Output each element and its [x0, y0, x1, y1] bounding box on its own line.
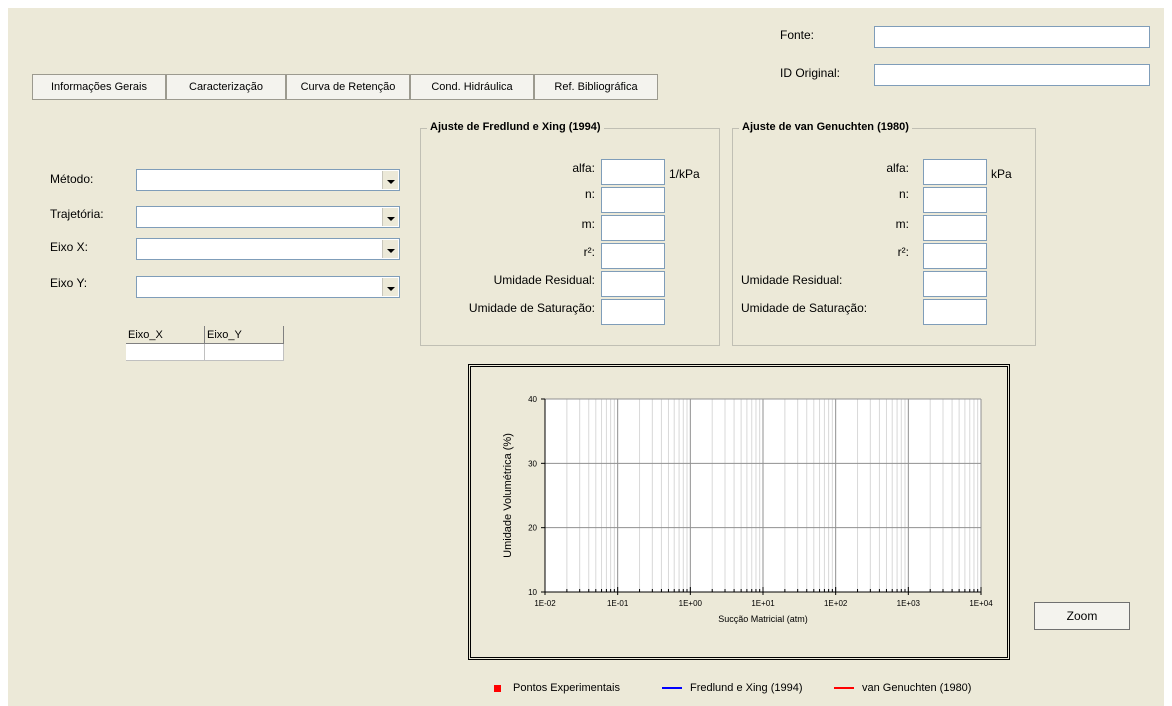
genuchten-alfa-input[interactable]: [923, 159, 987, 185]
grid-cell[interactable]: [126, 344, 205, 361]
zoom-button[interactable]: Zoom: [1034, 602, 1130, 630]
fredlund-n-label: n:: [584, 187, 595, 201]
genuchten-n-label: n:: [898, 187, 909, 201]
chevron-down-icon[interactable]: [382, 240, 398, 258]
fredlund-alfa-unit: 1/kPa: [669, 167, 700, 181]
eixo-x-label: Eixo X:: [50, 240, 89, 254]
genuchten-r2-label: r²:: [897, 245, 909, 259]
genuchten-m-input[interactable]: [923, 215, 987, 241]
genuchten-alfa-unit: kPa: [991, 167, 1012, 181]
data-grid[interactable]: Eixo_X Eixo_Y: [126, 326, 286, 364]
tab-informacoes-gerais[interactable]: Informações Gerais: [32, 74, 166, 100]
retention-chart: 1E-02 1E-01 1E+00 1E+01 1E+02 1E+03 1E+04 10 20 3…: [502, 395, 993, 624]
fredlund-residual-input[interactable]: [601, 271, 665, 297]
tab-cond-hidraulica[interactable]: Cond. Hidráulica: [410, 74, 534, 100]
y-tick-label: 30: [528, 459, 537, 468]
x-tick-label: 1E+03: [897, 599, 921, 608]
chevron-down-icon[interactable]: [382, 278, 398, 296]
fredlund-saturacao-label: Umidade de Saturação:: [468, 301, 595, 315]
eixo-y-select[interactable]: [136, 276, 400, 298]
genuchten-alfa-label: alfa:: [886, 161, 909, 175]
metodo-label: Método:: [50, 172, 94, 186]
line-marker-icon: [662, 687, 682, 689]
fredlund-residual-label: Umidade Residual:: [493, 273, 595, 287]
fredlund-n-input[interactable]: [601, 187, 665, 213]
trajetoria-select[interactable]: [136, 206, 400, 228]
legend-label: van Genuchten (1980): [862, 682, 972, 694]
x-tick-label: 1E+01: [751, 599, 775, 608]
fonte-input[interactable]: [874, 26, 1150, 48]
fredlund-m-input[interactable]: [601, 215, 665, 241]
chevron-down-icon[interactable]: [382, 208, 398, 226]
genuchten-group: Ajuste de van Genuchten (1980) alfa: kPa…: [732, 121, 1036, 346]
fredlund-title: Ajuste de Fredlund e Xing (1994): [427, 121, 604, 133]
id-original-label: ID Original:: [780, 66, 841, 80]
legend-item-genuchten: van Genuchten (1980): [834, 682, 971, 694]
x-tick-label: 1E+02: [824, 599, 848, 608]
legend-label: Fredlund e Xing (1994): [690, 682, 803, 694]
fredlund-group: Ajuste de Fredlund e Xing (1994) alfa: 1…: [420, 121, 720, 346]
y-tick-label: 20: [528, 524, 537, 533]
x-tick-label: 1E-02: [534, 599, 556, 608]
square-marker-icon: [494, 684, 501, 692]
eixo-x-select[interactable]: [136, 238, 400, 260]
genuchten-residual-input[interactable]: [923, 271, 987, 297]
genuchten-title: Ajuste de van Genuchten (1980): [739, 121, 912, 133]
tab-curva-de-retencao[interactable]: Curva de Retenção: [286, 74, 410, 100]
fredlund-saturacao-input[interactable]: [601, 299, 665, 325]
genuchten-saturacao-label: Umidade de Saturação:: [741, 301, 868, 315]
chart-frame: 1E-02 1E-01 1E+00 1E+01 1E+02 1E+03 1E+04 10 20 3…: [468, 364, 1010, 660]
fredlund-r2-input[interactable]: [601, 243, 665, 269]
genuchten-r2-input[interactable]: [923, 243, 987, 269]
fredlund-m-label: m:: [581, 217, 595, 231]
fredlund-r2-label: r²:: [583, 245, 595, 259]
fonte-label: Fonte:: [780, 28, 815, 42]
grid-header-eixo-y[interactable]: Eixo_Y: [205, 326, 284, 344]
trajetoria-label: Trajetória:: [50, 207, 104, 221]
y-tick-label: 40: [528, 395, 537, 404]
genuchten-residual-label: Umidade Residual:: [741, 273, 843, 287]
y-tick-label: 10: [528, 588, 537, 597]
id-original-input[interactable]: [874, 64, 1150, 86]
tab-ref-bibliografica[interactable]: Ref. Bibliográfica: [534, 74, 658, 100]
legend-item-fredlund: Fredlund e Xing (1994): [662, 682, 803, 694]
fredlund-alfa-label: alfa:: [572, 161, 595, 175]
legend-label: Pontos Experimentais: [513, 682, 620, 694]
line-marker-icon: [834, 687, 854, 689]
grid-cell[interactable]: [205, 344, 284, 361]
metodo-select[interactable]: [136, 169, 400, 191]
genuchten-n-input[interactable]: [923, 187, 987, 213]
eixo-y-label: Eixo Y:: [50, 276, 88, 290]
x-tick-label: 1E+00: [679, 599, 703, 608]
genuchten-saturacao-input[interactable]: [923, 299, 987, 325]
x-tick-label: 1E+04: [969, 599, 993, 608]
legend-item-pontos: Pontos Experimentais: [494, 682, 620, 694]
fredlund-alfa-input[interactable]: [601, 159, 665, 185]
x-tick-label: 1E-01: [607, 599, 629, 608]
tab-caracterizacao[interactable]: Caracterização: [166, 74, 286, 100]
chart-ylabel: Umidade Volumétrica (%): [502, 433, 514, 558]
chevron-down-icon[interactable]: [382, 171, 398, 189]
app-window: Fonte: ID Original: Informações Gerais C…: [8, 8, 1164, 706]
chart-xlabel: Sucção Matricial (atm): [718, 614, 808, 624]
genuchten-m-label: m:: [895, 217, 909, 231]
grid-header-eixo-x[interactable]: Eixo_X: [126, 326, 205, 344]
